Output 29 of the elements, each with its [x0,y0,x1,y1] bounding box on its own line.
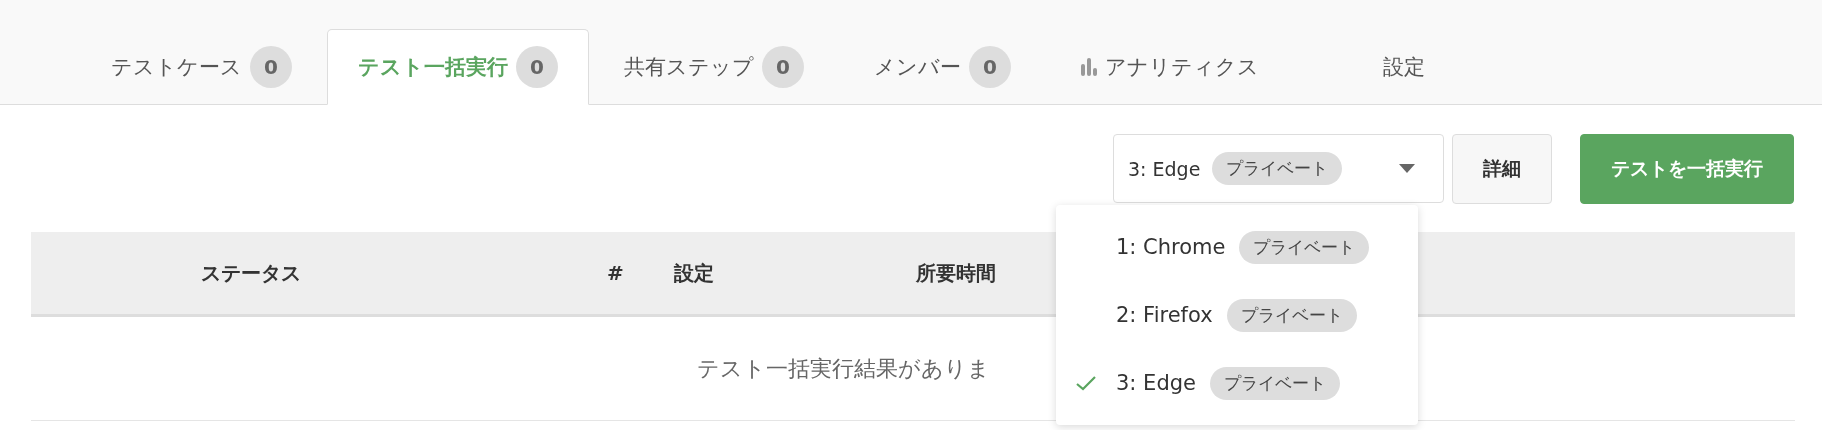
option-label: 2: Firefox [1116,303,1213,327]
count-badge: 0 [516,46,558,88]
private-badge: プライベート [1209,366,1340,400]
column-header: 所要時間 [916,259,996,287]
count-badge: 0 [250,46,292,88]
column-header: # [607,261,624,285]
empty-message: テスト一括実行結果がありま [697,354,990,383]
option-label: 1: Chrome [1116,235,1226,259]
count-badge: 0 [762,46,804,88]
menu-option[interactable]: 3: Edge プライベート [1056,349,1418,417]
tab[interactable]: 共有ステップ 0 [589,29,839,105]
tab[interactable]: アナリティクス [1046,29,1294,105]
option-label: 3: Edge [1116,371,1196,395]
details-button[interactable]: 詳細 [1452,134,1552,204]
tab[interactable]: メンバー 0 [839,29,1046,105]
bar-chart-icon [1081,58,1097,76]
private-badge: プライベート [1226,298,1357,332]
menu-option[interactable]: 2: Firefox プライベート [1056,281,1418,349]
menu-option[interactable]: 1: Chrome プライベート [1056,213,1418,281]
private-badge: プライベート [1239,230,1370,264]
tab[interactable]: 設定 [1294,29,1514,105]
tab[interactable]: テスト一括実行 0 [327,29,589,105]
column-header: ステータス [201,259,301,287]
tab[interactable]: テストケース 0 [76,29,327,105]
column-header: 設定 [674,259,714,287]
private-badge: プライベート [1212,152,1343,185]
browser-select[interactable]: 3: Edge プライベート [1113,134,1444,203]
select-value: 3: Edge [1128,157,1201,180]
count-badge: 0 [969,46,1011,88]
